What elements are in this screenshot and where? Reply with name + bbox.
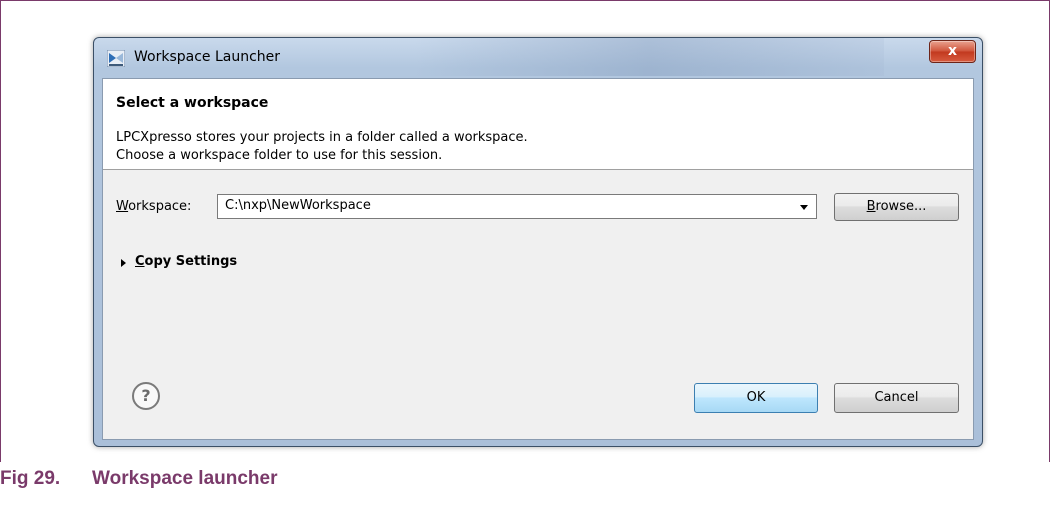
copy-settings-rest: opy Settings — [144, 254, 238, 269]
title-bar[interactable]: Workspace Launcher x — [94, 38, 982, 78]
expand-triangle-icon[interactable] — [121, 259, 126, 267]
help-icon[interactable]: ? — [132, 382, 160, 410]
close-button[interactable]: x — [929, 40, 976, 63]
copy-settings-toggle[interactable]: Copy Settings — [135, 254, 237, 269]
workspace-label: Workspace: — [116, 199, 191, 214]
workspace-label-mnemonic: W — [116, 199, 129, 214]
figure-number: Fig 29. — [0, 468, 61, 489]
figure-caption: Fig 29. Workspace launcher — [0, 468, 278, 490]
background-blur — [414, 38, 884, 76]
window-title: Workspace Launcher — [134, 49, 281, 65]
header-desc-line1: LPCXpresso stores your projects in a fol… — [116, 130, 528, 145]
workspace-path-value[interactable]: C:\nxp\NewWorkspace — [225, 198, 371, 213]
ok-button[interactable]: OK — [694, 383, 818, 413]
dialog-header: Select a workspace LPCXpresso stores you… — [103, 79, 973, 170]
dialog-client-area: Select a workspace LPCXpresso stores you… — [102, 78, 974, 440]
dropdown-arrow-icon[interactable] — [800, 205, 808, 210]
cancel-button[interactable]: Cancel — [834, 383, 959, 413]
browse-mnemonic: B — [866, 199, 876, 214]
workspace-label-rest: orkspace: — [128, 199, 192, 214]
help-glyph: ? — [141, 386, 151, 405]
document-frame-top — [0, 0, 1050, 1]
document-frame-left — [0, 0, 1, 462]
browse-button[interactable]: Browse... — [834, 193, 959, 221]
copy-settings-mnemonic: C — [135, 254, 145, 269]
header-title: Select a workspace — [116, 95, 269, 111]
close-icon: x — [947, 43, 958, 59]
header-description: LPCXpresso stores your projects in a fol… — [116, 129, 528, 165]
workspace-launcher-window: Workspace Launcher x Select a workspace … — [93, 37, 983, 447]
browse-rest: rowse... — [875, 199, 927, 214]
workspace-combo[interactable]: C:\nxp\NewWorkspace — [217, 194, 817, 219]
figure-title: Workspace launcher — [92, 468, 278, 489]
header-desc-line2: Choose a workspace folder to use for thi… — [116, 148, 443, 163]
app-icon — [107, 50, 125, 67]
